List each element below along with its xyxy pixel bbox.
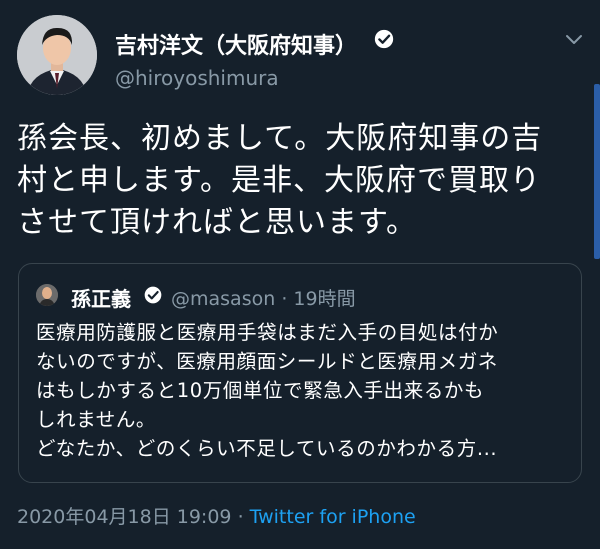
quoted-author-avatar [36, 284, 58, 306]
tweet-source-link[interactable]: Twitter for iPhone [250, 506, 416, 528]
author-handle[interactable]: @hiroyoshimura [115, 66, 279, 90]
tweet-footer: 2020年04月18日 19:09 · Twitter for iPhone [17, 502, 416, 529]
quoted-tweet[interactable]: 孫正義 @masason · 19時間 医療用防護服と医療用手袋はまだ入手の目処… [18, 263, 582, 483]
quoted-tweet-text: 医療用防護服と医療用手袋はまだ入手の目処は付か ないのですが、医療用顔面シールド… [36, 321, 499, 460]
quoted-separator: · [281, 288, 288, 310]
quoted-author-name: 孫正義 [71, 287, 131, 311]
tweet-text: 孫会長、初めまして。大阪府知事の吉 村と申します。是非、大阪府で買取り させて頂… [17, 121, 543, 240]
chevron-down-icon[interactable] [565, 33, 583, 47]
scrollbar[interactable] [594, 84, 600, 259]
verified-badge-icon [374, 29, 394, 49]
quoted-verified-badge-icon [144, 286, 162, 304]
author-display-name[interactable]: 吉村洋文（大阪府知事） [115, 28, 357, 60]
tweet-timestamp[interactable]: 2020年04月18日 19:09 [17, 506, 232, 528]
quoted-meta: @masason · 19時間 [171, 284, 356, 311]
author-avatar[interactable] [17, 15, 97, 95]
footer-separator: · [237, 506, 244, 528]
quoted-handle: @masason [171, 288, 276, 310]
quoted-time: 19時間 [293, 288, 356, 310]
